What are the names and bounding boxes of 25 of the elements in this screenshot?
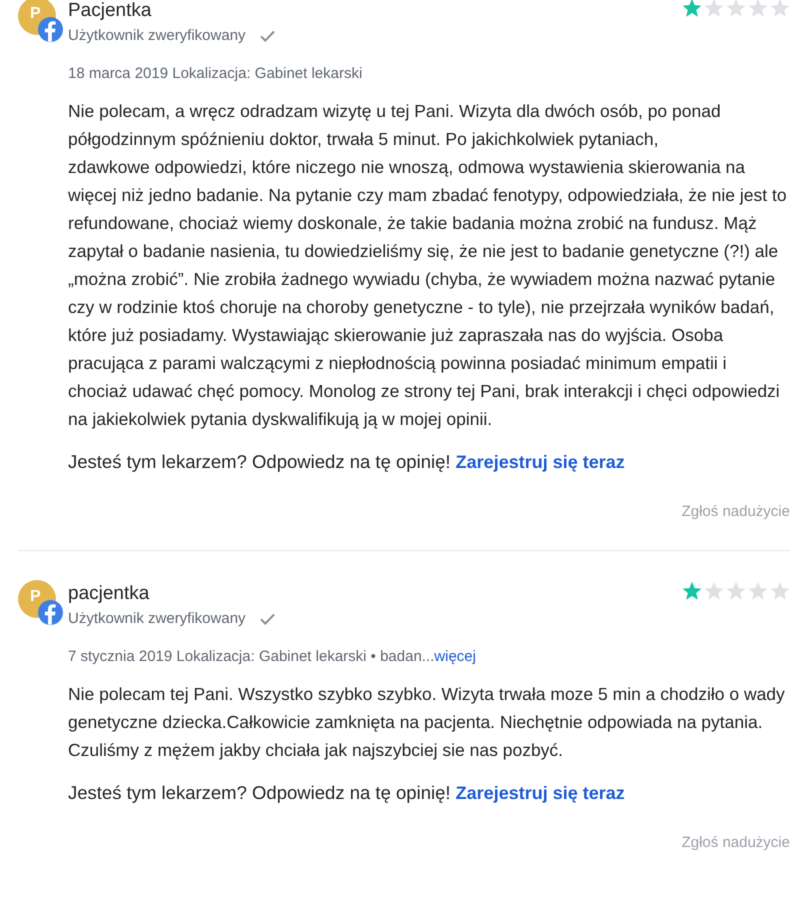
star-icon — [704, 581, 724, 601]
review-text: Nie polecam tej Pani. Wszystko szybko szybko. Wizyta trwała moze 5 min a chodziło o wady genetyczne dziecka.Całkowicie zamknięta na pacjenta. Niechętnie odpowiada na pytania. Czuliśmy z mężem jakby chciała jak najszybciej sie nas pozbyć. — [68, 683, 786, 762]
star-icon — [726, 0, 746, 18]
register-link[interactable]: Zarejestruj się teraz — [456, 452, 625, 472]
star-icon — [682, 0, 702, 18]
star-icon — [748, 0, 768, 18]
review-date-location: 18 marca 2019 Lokalizacja: Gabinet lekarski — [68, 64, 364, 84]
star-icon — [770, 581, 790, 601]
star-icon — [682, 581, 702, 601]
review-text: Nie polecam, a wręcz odradzam wizytę u tej Pani. Wizyta dla dwóch osób, po ponad półgodzinnym spóźnieniu doktor, trwała 5 minut. Po jakichkolwiek pytaniach, zdawkowe odpowiedzi, które niczego nie wnoszą, odmowa wystawienia skierowania na więcej niż jedno badanie. Na pytanie czy mam zbadać fenotypy, odpowiedziała, że nie jest to refundowane, chociaż wiemy doskonale, że takie badania można zrobić na fundusz. Mąż zapytał o badanie nasienia, tu dowiedzieliśmy się, że nie jest to badanie genetyczne (?!) ale „można zrobić”. Nie zrobiła żadnego wywiadu (chyba, że wywiadem można nazwać pytanie czy w rodzinie ktoś choruje na choroby genetyczne - to tyle), nie przejrzała wyników badań, które już posiadamy. Wystawiając skierowanie już zapraszała nas do wyjścia. Osoba pracująca z parami walczącymi z niepłodnością powinna posiadać minimum empatii i chociaż udawać chęć pomocy. Monolog ze strony tej Pani, brak interakcji i chęci odpowiedzi na jakiekolwiek pytania dyskwalifikują ją w mojej opinii. — [68, 100, 788, 431]
verified-label: Użytkownik zweryfikowany — [68, 26, 246, 46]
review-date-location: 7 stycznia 2019 Lokalizacja: Gabinet lekarski • badan...więcej — [68, 647, 477, 667]
reply-prompt: Jesteś tym lekarzem? Odpowiedz na tę opinię! Zarejestruj się teraz — [68, 781, 626, 805]
reply-prompt: Jesteś tym lekarzem? Odpowiedz na tę opinię! Zarejestruj się teraz — [68, 450, 626, 474]
facebook-icon — [38, 600, 63, 625]
star-icon — [704, 0, 724, 18]
facebook-icon — [38, 17, 63, 42]
star-icon — [726, 581, 746, 601]
register-link[interactable]: Zarejestruj się teraz — [456, 783, 625, 803]
star-icon — [748, 581, 768, 601]
author-name: Pacjentka — [68, 0, 152, 23]
star-icon — [770, 0, 790, 18]
author-name: pacjentka — [68, 582, 150, 606]
more-link[interactable]: więcej — [434, 648, 476, 665]
verified-label: Użytkownik zweryfikowany — [68, 609, 246, 629]
